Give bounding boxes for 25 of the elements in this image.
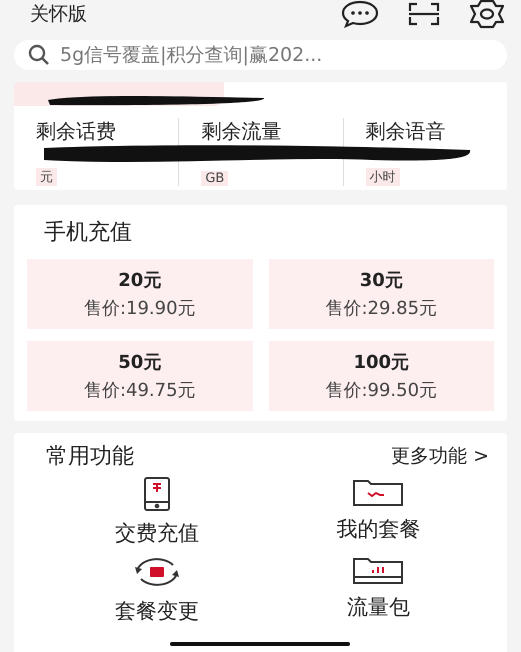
settings-icon[interactable] bbox=[469, 0, 505, 29]
balance-unit: 小时 bbox=[366, 168, 400, 186]
message-icon[interactable] bbox=[341, 0, 379, 28]
folder-icon bbox=[352, 477, 404, 507]
balance-label: 剩余流量 bbox=[201, 118, 282, 145]
balance-unit: 元 bbox=[36, 168, 57, 186]
folder-chart-icon bbox=[352, 555, 404, 585]
balance-unit: GB bbox=[201, 171, 228, 186]
function-item[interactable]: 套餐变更 bbox=[46, 555, 268, 625]
function-item[interactable]: 我的套餐 bbox=[268, 477, 489, 547]
recharge-option[interactable]: 20元 售价:19.90元 bbox=[27, 259, 252, 329]
recharge-option[interactable]: 30元 售价:29.85元 bbox=[268, 259, 494, 329]
balance-label: 剩余语音 bbox=[366, 118, 447, 145]
header-title: 关怀版 bbox=[30, 2, 88, 27]
recharge-option[interactable]: 50元 售价:49.75元 bbox=[27, 341, 252, 411]
section-title: 常用功能 bbox=[46, 443, 134, 471]
search-icon bbox=[28, 44, 50, 66]
function-item[interactable]: 交费充值 bbox=[46, 477, 268, 547]
search-field[interactable]: 5g信号覆盖|积分查询|赢202... bbox=[14, 40, 507, 70]
balance-label: 剩余话费 bbox=[36, 118, 117, 145]
section-title: 手机充值 bbox=[43, 219, 133, 247]
more-functions-link[interactable]: 更多功能 > bbox=[391, 443, 489, 469]
scan-icon[interactable] bbox=[407, 2, 441, 26]
function-item[interactable]: 流量包 bbox=[268, 555, 489, 625]
recharge-option[interactable]: 100元 售价:99.50元 bbox=[268, 341, 494, 411]
